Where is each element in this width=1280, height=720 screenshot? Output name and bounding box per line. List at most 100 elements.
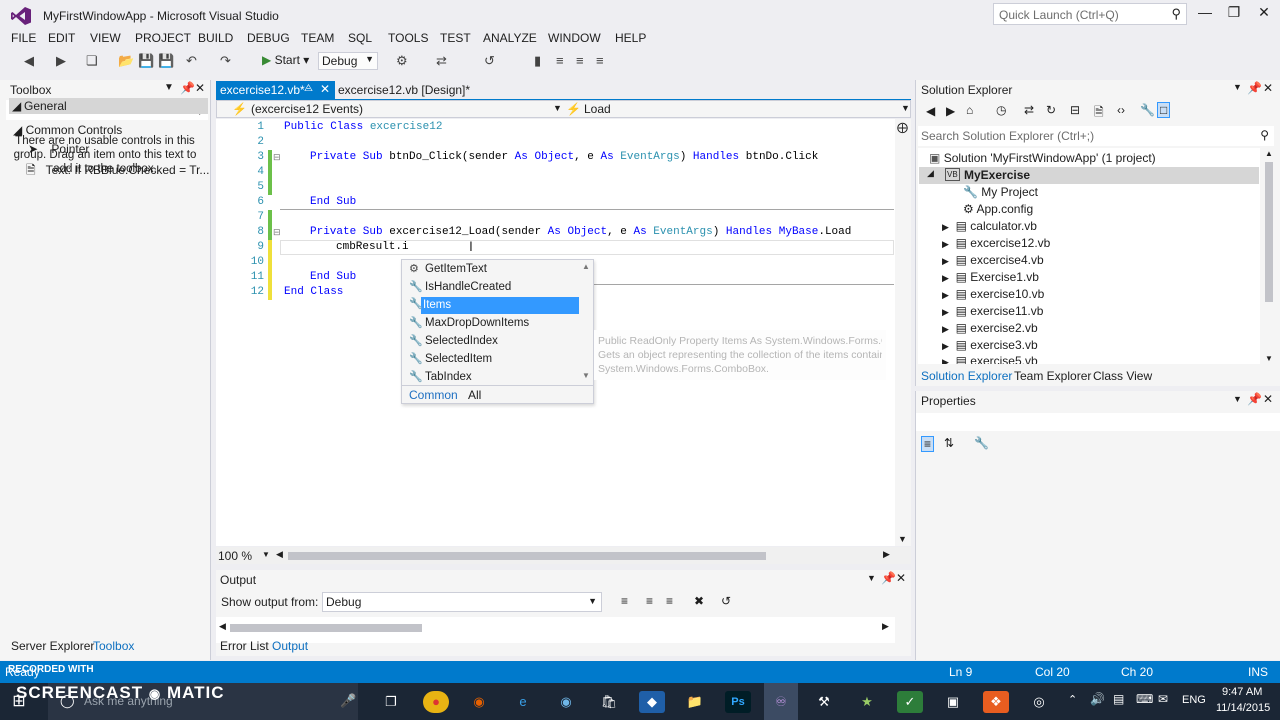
menu-project[interactable]: PROJECT: [135, 31, 191, 45]
type-dropdown[interactable]: (excercise12 Events): [251, 102, 363, 116]
tree-item[interactable]: 🔧 My Project: [963, 185, 1038, 199]
menu-edit[interactable]: EDIT: [48, 31, 75, 45]
back-icon[interactable]: ◀: [24, 53, 34, 69]
close-icon[interactable]: ✕: [1263, 392, 1273, 406]
tree-item[interactable]: ▶ ▤ excercise4.vb: [942, 253, 1044, 267]
collapse-icon[interactable]: ⊟: [273, 152, 281, 163]
visual-studio-taskbar-icon[interactable]: ♾: [764, 683, 798, 720]
scroll-down-icon[interactable]: ▼: [1265, 354, 1273, 363]
close-icon[interactable]: ✕: [320, 82, 330, 96]
pin-icon[interactable]: 📌: [1247, 81, 1262, 95]
menu-view[interactable]: VIEW: [90, 31, 121, 45]
start-debugging-button[interactable]: ▶ Start ▾: [262, 53, 309, 67]
photoshop-icon[interactable]: Ps: [725, 691, 751, 713]
forward-icon[interactable]: ▶: [946, 104, 955, 118]
completion-tab-common[interactable]: Common: [409, 388, 458, 402]
scroll-thumb[interactable]: [1265, 162, 1273, 302]
tree-item[interactable]: ▶ ▤ excercise12.vb: [942, 236, 1050, 250]
tree-item[interactable]: ▶ ▤ exercise5.vb: [942, 354, 1038, 364]
menu-help[interactable]: HELP: [615, 31, 646, 45]
vertical-scrollbar[interactable]: ▲ ▼: [1262, 148, 1276, 364]
file-explorer-icon[interactable]: 📁: [682, 691, 708, 713]
tab-excercise12-vb[interactable]: excercise12.vb* ⨺ ✕: [216, 81, 335, 99]
app-icon[interactable]: ❖: [983, 691, 1009, 713]
package-icon[interactable]: ▣: [940, 691, 966, 713]
close-icon[interactable]: ✕: [1263, 81, 1273, 95]
solution-search-input[interactable]: Search Solution Explorer (Ctrl+;) ⚲: [918, 126, 1274, 146]
quick-launch-input[interactable]: Quick Launch (Ctrl+Q) ⚲: [993, 3, 1187, 25]
tree-item[interactable]: ▶ ▤ exercise10.vb: [942, 287, 1044, 301]
store-icon[interactable]: 🛍: [596, 691, 622, 713]
chevron-down-icon[interactable]: ▼: [262, 550, 270, 559]
split-icon[interactable]: ⨁: [897, 121, 908, 134]
scroll-up-icon[interactable]: ▲: [1265, 149, 1273, 158]
language-indicator[interactable]: ENG: [1182, 694, 1206, 706]
scroll-left-icon[interactable]: ◀: [276, 549, 283, 560]
dropdown-icon[interactable]: ▼: [867, 573, 876, 583]
close-icon[interactable]: ✕: [195, 81, 205, 95]
properties-wrench-icon[interactable]: 🔧: [974, 436, 989, 450]
new-project-icon[interactable]: ❏: [86, 53, 98, 69]
firefox-icon[interactable]: ◉: [466, 691, 492, 713]
scroll-right-icon[interactable]: ▶: [882, 621, 889, 632]
word-wrap-icon[interactable]: ↺: [721, 594, 731, 608]
bookmark-icon[interactable]: ▮: [534, 53, 541, 69]
back-icon[interactable]: ◀: [926, 104, 935, 118]
tab-team-explorer[interactable]: Team Explorer: [1014, 369, 1091, 383]
find-icon[interactable]: ≡: [621, 594, 628, 608]
properties-icon[interactable]: 🔧: [1140, 103, 1155, 117]
dropdown-icon[interactable]: ▼: [1233, 82, 1242, 92]
preview-selected-icon[interactable]: □: [1157, 102, 1171, 118]
history-icon[interactable]: ◷: [996, 103, 1006, 117]
completion-item[interactable]: 🔧 SelectedIndex: [407, 333, 579, 350]
edge-icon[interactable]: e: [510, 691, 536, 713]
redo-icon[interactable]: ↷: [220, 53, 231, 69]
screencast-icon[interactable]: ◎: [1026, 691, 1052, 713]
tab-output[interactable]: Output: [272, 639, 308, 653]
chrome-icon[interactable]: ●: [423, 691, 449, 713]
collapse-all-icon[interactable]: ⊟: [1070, 103, 1080, 117]
task-view-icon[interactable]: ❐: [378, 691, 404, 713]
refresh-icon[interactable]: ↻: [1046, 103, 1056, 117]
horizontal-scroll-thumb[interactable]: [288, 552, 766, 560]
pin-icon[interactable]: 📌: [881, 571, 896, 585]
menu-team[interactable]: TEAM: [301, 31, 334, 45]
menu-file[interactable]: FILE: [11, 31, 36, 45]
network-icon[interactable]: ▤: [1113, 692, 1124, 706]
home-icon[interactable]: ⌂: [966, 103, 973, 117]
completion-item[interactable]: ⚙ GetItemText: [407, 261, 579, 278]
goto-next-icon[interactable]: ≡: [666, 594, 673, 608]
tree-item[interactable]: ▶ ▤ exercise3.vb: [942, 338, 1038, 352]
tree-item[interactable]: ▶ ▤ exercise2.vb: [942, 321, 1038, 335]
code-line-9[interactable]: cmbResult.i: [336, 241, 409, 253]
group-general[interactable]: ◢ General: [9, 98, 208, 114]
object-selector[interactable]: [916, 413, 1280, 431]
dropdown-icon[interactable]: ▼: [1233, 394, 1242, 404]
view-code-icon[interactable]: ‹›: [1117, 103, 1125, 117]
sync-icon[interactable]: ⇄: [1024, 103, 1034, 117]
goto-prev-icon[interactable]: ≡: [646, 594, 653, 608]
tab-solution-explorer[interactable]: Solution Explorer: [921, 369, 1012, 383]
menu-analyze[interactable]: ANALYZE: [483, 31, 537, 45]
open-file-icon[interactable]: 📂: [118, 53, 134, 69]
scroll-left-icon[interactable]: ◀: [219, 621, 226, 632]
notification-icon[interactable]: ✉: [1158, 692, 1168, 706]
clock-time[interactable]: 9:47 AM: [1222, 686, 1262, 698]
close-icon[interactable]: ✕: [896, 571, 906, 585]
zoom-level-select[interactable]: 100 %: [218, 549, 252, 563]
save-icon[interactable]: 💾: [138, 53, 154, 69]
undo-icon[interactable]: ↶: [186, 53, 197, 69]
solution-node[interactable]: ▣ Solution 'MyFirstWindowApp' (1 project…: [929, 151, 1156, 165]
vertical-scrollbar[interactable]: ⨁ ▼: [895, 119, 911, 546]
app-icon[interactable]: ★: [854, 691, 880, 713]
clear-all-icon[interactable]: ✖: [694, 594, 704, 608]
tab-toolbox[interactable]: Toolbox: [93, 639, 134, 653]
volume-icon[interactable]: 🔊: [1090, 692, 1105, 706]
attach-icon[interactable]: ⚙: [396, 53, 408, 69]
menu-debug[interactable]: DEBUG: [247, 31, 290, 45]
maximize-button[interactable]: ❐: [1219, 4, 1249, 24]
horizontal-scroll-thumb[interactable]: [230, 624, 422, 632]
menu-window[interactable]: WINDOW: [548, 31, 601, 45]
tab-excercise12-design[interactable]: excercise12.vb [Design]*: [338, 83, 470, 97]
show-all-files-icon[interactable]: 🗎: [1094, 103, 1104, 124]
